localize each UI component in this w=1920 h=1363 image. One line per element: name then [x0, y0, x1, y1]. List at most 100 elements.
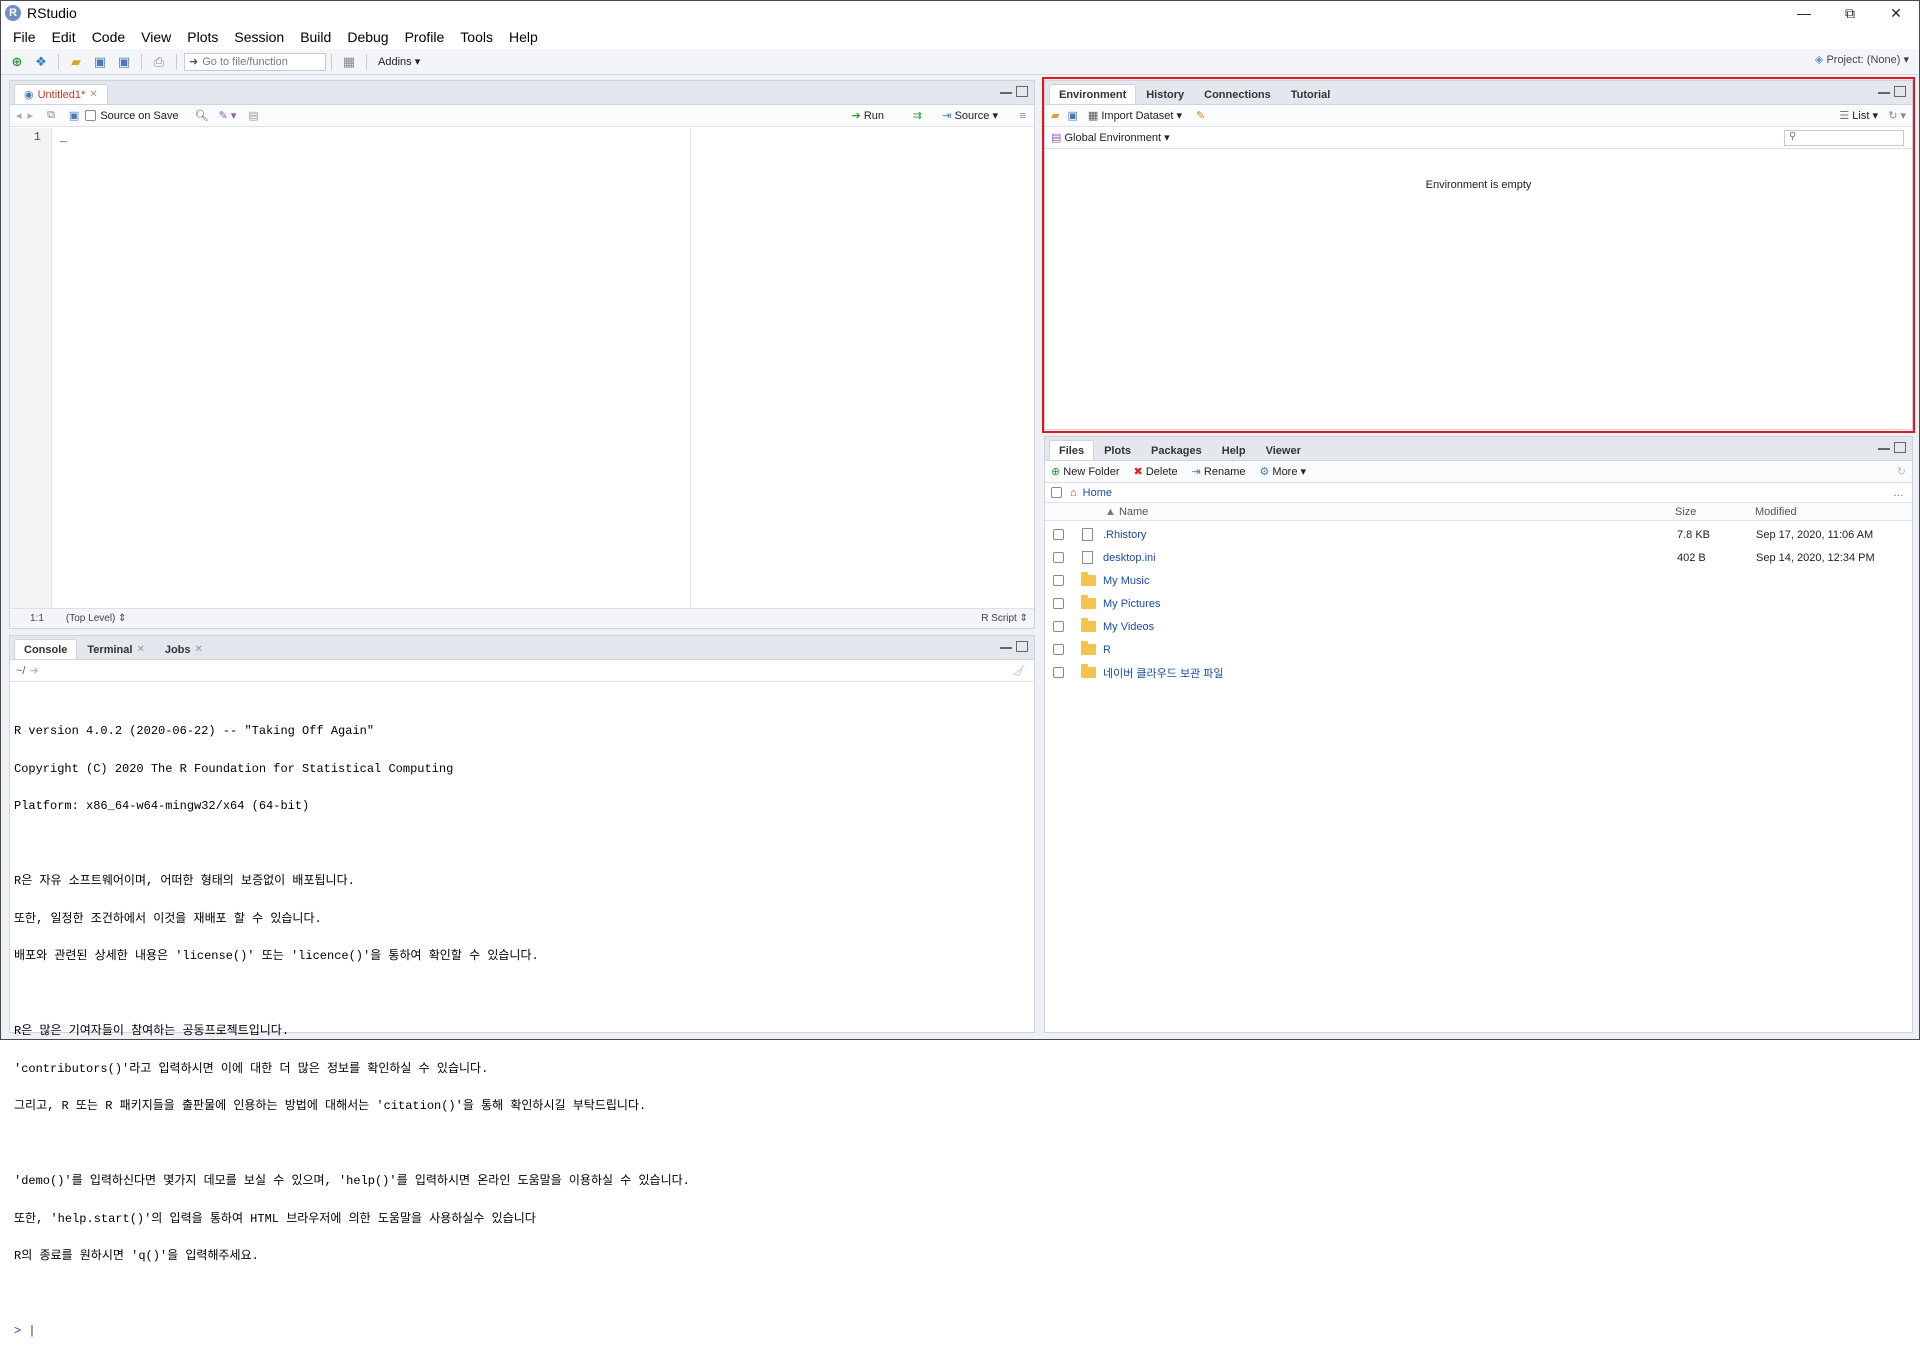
delete-button[interactable]: ✖ Delete — [1134, 465, 1178, 478]
tab-help[interactable]: Help — [1212, 440, 1256, 460]
maximize-pane-icon[interactable] — [1894, 442, 1906, 453]
file-name[interactable]: desktop.ini — [1103, 552, 1156, 564]
refresh-icon[interactable]: ↻ — [1897, 465, 1906, 478]
row-checkbox[interactable] — [1053, 644, 1064, 655]
close-tab-icon[interactable]: ✕ — [136, 644, 144, 655]
row-checkbox[interactable] — [1053, 667, 1064, 678]
tab-viewer[interactable]: Viewer — [1256, 440, 1311, 460]
save-workspace-icon[interactable]: ▣ — [1067, 109, 1077, 122]
menu-build[interactable]: Build — [292, 29, 339, 45]
file-name[interactable]: My Music — [1103, 575, 1149, 587]
close-tab-icon[interactable]: ✕ — [195, 644, 203, 655]
broom-icon[interactable]: ✎ — [1196, 109, 1205, 122]
save-all-icon[interactable]: ▣ — [115, 53, 133, 71]
new-project-icon[interactable]: ❖ — [32, 53, 50, 71]
back-icon[interactable]: ◂ — [16, 109, 22, 122]
file-name[interactable]: 네이버 클라우드 보관 파일 — [1103, 665, 1224, 681]
tab-packages[interactable]: Packages — [1141, 440, 1212, 460]
file-name[interactable]: My Videos — [1103, 621, 1154, 633]
menu-code[interactable]: Code — [84, 29, 133, 45]
menu-tools[interactable]: Tools — [452, 29, 501, 45]
save-icon[interactable]: ▣ — [69, 109, 79, 122]
menu-help[interactable]: Help — [501, 29, 546, 45]
minimize-pane-icon[interactable] — [1878, 448, 1890, 452]
breadcrumb-home[interactable]: Home — [1083, 487, 1112, 499]
new-folder-button[interactable]: ⊕ New Folder — [1051, 465, 1120, 478]
table-row[interactable]: R — [1045, 638, 1912, 661]
more-button[interactable]: ⚙ More ▾ — [1259, 465, 1306, 478]
rerun-icon[interactable]: ⇉ — [913, 109, 922, 122]
table-row[interactable]: My Music — [1045, 569, 1912, 592]
row-checkbox[interactable] — [1053, 621, 1064, 632]
row-checkbox[interactable] — [1053, 529, 1064, 540]
maximize-pane-icon[interactable] — [1894, 86, 1906, 97]
file-name[interactable]: .Rhistory — [1103, 529, 1146, 541]
tab-jobs[interactable]: Jobs ✕ — [155, 639, 213, 659]
open-file-icon[interactable]: ▰ — [67, 53, 85, 71]
menu-profile[interactable]: Profile — [397, 29, 453, 45]
menu-file[interactable]: File — [5, 29, 44, 45]
save-icon[interactable]: ▣ — [91, 53, 109, 71]
table-row[interactable]: 네이버 클라우드 보관 파일 — [1045, 661, 1912, 684]
load-workspace-icon[interactable]: ▰ — [1051, 109, 1059, 122]
size-column-header[interactable]: Size — [1675, 506, 1696, 518]
file-name[interactable]: My Pictures — [1103, 598, 1160, 610]
close-tab-icon[interactable]: ✕ — [89, 89, 97, 100]
magic-wand-icon[interactable]: ✎ ▾ — [219, 109, 237, 122]
file-name[interactable]: R — [1103, 644, 1111, 656]
menu-edit[interactable]: Edit — [44, 29, 84, 45]
code-editor[interactable]: 1 _ — [10, 128, 1034, 608]
grid-layout-icon[interactable]: ▦ — [340, 53, 358, 71]
import-dataset-button[interactable]: ▦ Import Dataset ▾ — [1088, 109, 1182, 122]
row-checkbox[interactable] — [1053, 552, 1064, 563]
file-type-selector[interactable]: R Script ⇕ — [981, 613, 1028, 624]
outline-icon[interactable]: ≡ — [1020, 110, 1026, 122]
table-row[interactable]: My Pictures — [1045, 592, 1912, 615]
run-button[interactable]: ➔ Run — [852, 109, 884, 122]
menu-session[interactable]: Session — [226, 29, 292, 45]
tab-console[interactable]: Console — [14, 639, 78, 659]
name-column-header[interactable]: ▲ Name — [1105, 506, 1148, 518]
close-button[interactable]: ✕ — [1873, 1, 1919, 25]
home-icon[interactable]: ⌂ — [1070, 487, 1077, 499]
tab-plots[interactable]: Plots — [1094, 440, 1141, 460]
minimize-pane-icon[interactable] — [1000, 647, 1012, 651]
row-checkbox[interactable] — [1053, 598, 1064, 609]
goto-file-input[interactable]: ➜ Go to file/function — [184, 52, 326, 71]
table-row[interactable]: desktop.ini 402 B Sep 14, 2020, 12:34 PM — [1045, 546, 1912, 569]
maximize-pane-icon[interactable] — [1016, 86, 1028, 97]
rename-button[interactable]: ⇥ Rename — [1192, 465, 1246, 478]
modified-column-header[interactable]: Modified — [1755, 506, 1797, 518]
restore-button[interactable]: ⧉ — [1827, 1, 1873, 25]
table-row[interactable]: .Rhistory 7.8 KB Sep 17, 2020, 11:06 AM — [1045, 523, 1912, 546]
source-on-save-checkbox[interactable] — [85, 110, 97, 121]
tab-files[interactable]: Files — [1049, 440, 1095, 460]
go-to-dir-icon[interactable]: ➔ — [29, 664, 38, 677]
tab-history[interactable]: History — [1136, 84, 1194, 104]
source-button[interactable]: ⇥ Source ▾ — [942, 109, 998, 122]
menu-plots[interactable]: Plots — [179, 29, 226, 45]
maximize-pane-icon[interactable] — [1016, 641, 1028, 652]
tab-environment[interactable]: Environment — [1049, 84, 1137, 104]
forward-icon[interactable]: ▸ — [28, 109, 34, 122]
minimize-pane-icon[interactable] — [1878, 92, 1890, 96]
environment-search-input[interactable]: ⚲ — [1784, 130, 1904, 146]
refresh-icon[interactable]: ↻ ▾ — [1888, 109, 1906, 122]
view-mode-selector[interactable]: ☰ List ▾ — [1839, 109, 1878, 122]
more-options-icon[interactable]: … — [1893, 487, 1904, 499]
menu-view[interactable]: View — [133, 29, 179, 45]
console-output[interactable]: R version 4.0.2 (2020-06-22) -- "Taking … — [14, 700, 1030, 1363]
table-row[interactable]: My Videos — [1045, 615, 1912, 638]
select-all-checkbox[interactable] — [1051, 487, 1062, 498]
tab-untitled1[interactable]: ◉ Untitled1* ✕ — [14, 84, 108, 104]
tab-tutorial[interactable]: Tutorial — [1281, 84, 1341, 104]
menu-debug[interactable]: Debug — [339, 29, 396, 45]
search-icon[interactable]: 🔍︎ — [195, 109, 209, 122]
global-environment-selector[interactable]: ▤ Global Environment ▾ — [1051, 131, 1170, 144]
tab-connections[interactable]: Connections — [1194, 84, 1281, 104]
row-checkbox[interactable] — [1053, 575, 1064, 586]
minimize-button[interactable]: — — [1781, 1, 1827, 25]
project-menu[interactable]: ◈ Project: (None) ▾ — [1815, 53, 1909, 66]
clear-console-icon[interactable]: 🧹︎ — [1012, 664, 1026, 677]
show-in-window-icon[interactable]: ⧉ — [47, 109, 55, 122]
